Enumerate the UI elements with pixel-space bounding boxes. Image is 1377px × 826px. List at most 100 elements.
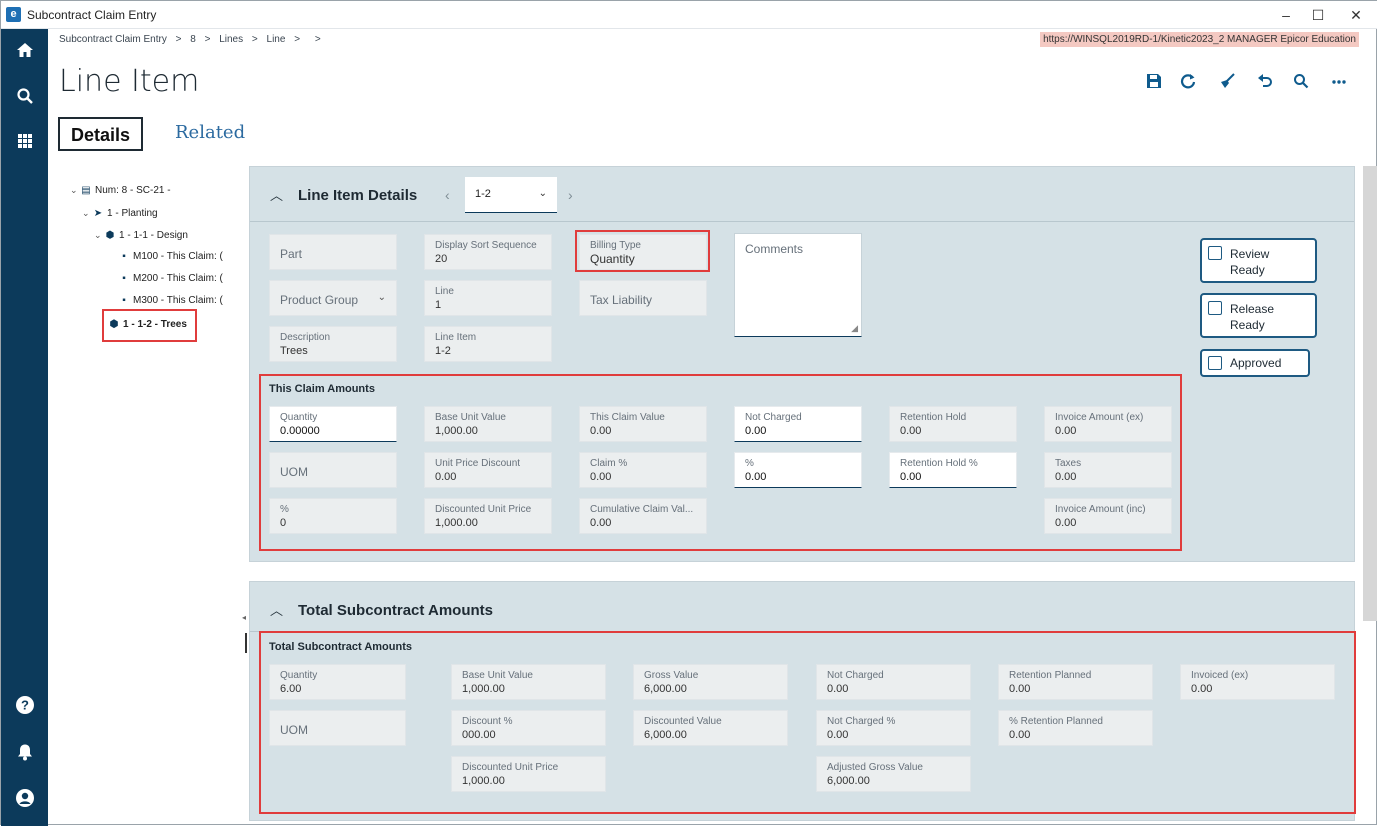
field-value: 0.00: [1009, 729, 1031, 741]
total-not-charged-field[interactable]: Not Charged 0.00: [816, 664, 971, 700]
display-sort-field[interactable]: Display Sort Sequence 20: [424, 234, 552, 270]
unit-price-discount-field[interactable]: Unit Price Discount 0.00: [424, 452, 552, 488]
panel-title: Total Subcontract Amounts: [298, 602, 493, 619]
undo-icon[interactable]: [1255, 73, 1275, 93]
minimize-button[interactable]: –: [1271, 4, 1301, 26]
uom-field[interactable]: UOM: [269, 452, 397, 488]
release-ready-checkbox[interactable]: Release Ready: [1200, 293, 1317, 338]
search-icon[interactable]: [13, 87, 37, 111]
field-value: 0.00: [1009, 683, 1031, 695]
invoiced-ex-field[interactable]: Invoiced (ex) 0.00: [1180, 664, 1335, 700]
breadcrumb-item[interactable]: Subcontract Claim Entry: [59, 34, 167, 45]
clear-broom-icon[interactable]: [1217, 73, 1237, 93]
left-nav-rail: ?: [1, 29, 48, 826]
description-field[interactable]: Description Trees: [269, 326, 397, 362]
discounted-value-field[interactable]: Discounted Value 6,000.00: [633, 710, 788, 746]
close-button[interactable]: ✕: [1341, 4, 1371, 26]
breadcrumb-item[interactable]: Lines: [219, 34, 243, 45]
user-icon[interactable]: [13, 788, 37, 812]
discount-percent-field[interactable]: % 0: [269, 498, 397, 534]
discounted-unit-price-field[interactable]: Discounted Unit Price 1,000.00: [424, 498, 552, 534]
save-icon[interactable]: [1144, 73, 1164, 93]
field-value: 1,000.00: [435, 517, 478, 529]
field-value: 0.00: [745, 425, 767, 437]
total-discounted-unit-price-field[interactable]: Discounted Unit Price 1,000.00: [451, 756, 606, 792]
tax-liability-field[interactable]: Tax Liability: [579, 280, 707, 316]
tree-node-design[interactable]: ⌄ ⬢ 1 - 1-1 - Design: [94, 228, 188, 242]
resize-grip-icon[interactable]: ◢: [851, 323, 858, 334]
tab-related[interactable]: Related: [175, 117, 245, 151]
field-label: Not Charged: [745, 412, 802, 423]
not-charged-input[interactable]: Not Charged 0.00: [734, 406, 862, 442]
previous-icon[interactable]: ‹: [445, 187, 450, 203]
comments-textarea[interactable]: Comments ◢: [734, 233, 862, 337]
tab-details[interactable]: Details: [58, 117, 143, 151]
more-options-icon[interactable]: [1329, 73, 1349, 93]
tree-node-planting[interactable]: ⌄ ➤ 1 - Planting: [82, 206, 158, 220]
cumulative-claim-value-field[interactable]: Cumulative Claim Val... 0.00: [579, 498, 707, 534]
line-item-field[interactable]: Line Item 1-2: [424, 326, 552, 362]
retention-hold-field[interactable]: Retention Hold 0.00: [889, 406, 1017, 442]
breadcrumb-separator: >: [314, 34, 321, 45]
line-field[interactable]: Line 1: [424, 280, 552, 316]
part-field[interactable]: Part: [269, 234, 397, 270]
vertical-scrollbar[interactable]: [1363, 166, 1377, 621]
not-charged-percent-input[interactable]: % 0.00: [734, 452, 862, 488]
this-claim-value-field[interactable]: This Claim Value 0.00: [579, 406, 707, 442]
search-icon[interactable]: [1291, 73, 1311, 93]
apps-grid-icon[interactable]: [13, 131, 37, 155]
total-uom-field[interactable]: UOM: [269, 710, 406, 746]
checkbox-icon: [1208, 356, 1222, 370]
retention-planned-field[interactable]: Retention Planned 0.00: [998, 664, 1153, 700]
chevron-up-icon[interactable]: ︿: [270, 600, 283, 619]
total-quantity-field[interactable]: Quantity 6.00: [269, 664, 406, 700]
refresh-icon[interactable]: [1178, 73, 1198, 93]
field-label: This Claim Value: [590, 412, 665, 423]
approved-checkbox[interactable]: Approved: [1200, 349, 1310, 377]
line-selector[interactable]: 1-2 ⌄: [465, 177, 557, 213]
app-logo-icon: e: [6, 7, 21, 22]
tree-node-m300[interactable]: ▪ M300 - This Claim: (: [118, 294, 223, 308]
splitter-handle[interactable]: [245, 633, 247, 653]
tree-node-m100[interactable]: ▪ M100 - This Claim: (: [118, 250, 223, 264]
field-label: Retention Planned: [1009, 670, 1092, 681]
taxes-field[interactable]: Taxes 0.00: [1044, 452, 1172, 488]
total-base-unit-value-field[interactable]: Base Unit Value 1,000.00: [451, 664, 606, 700]
product-group-select[interactable]: Product Group ⌄: [269, 280, 397, 316]
field-value: 1,000.00: [462, 775, 505, 787]
chevron-down-icon[interactable]: ⌄: [70, 183, 80, 197]
claim-percent-field[interactable]: Claim % 0.00: [579, 452, 707, 488]
chevron-down-icon[interactable]: ⌄: [94, 228, 104, 242]
field-value: 0.00: [590, 517, 612, 529]
tree-node-m200[interactable]: ▪ M200 - This Claim: (: [118, 272, 223, 286]
bell-icon[interactable]: [13, 743, 37, 767]
review-ready-checkbox[interactable]: Review Ready: [1200, 238, 1317, 283]
chevron-up-icon[interactable]: ︿: [270, 185, 283, 204]
billing-type-field[interactable]: Billing Type Quantity: [579, 234, 707, 270]
field-value: 0: [280, 517, 287, 529]
invoice-amount-ex-field[interactable]: Invoice Amount (ex) 0.00: [1044, 406, 1172, 442]
field-value: 6,000.00: [644, 683, 687, 695]
gross-value-field[interactable]: Gross Value 6,000.00: [633, 664, 788, 700]
tree-node-label: 1 - Planting: [107, 208, 158, 219]
quantity-input[interactable]: Quantity 0.00000: [269, 406, 397, 442]
home-icon[interactable]: [13, 41, 37, 65]
not-charged-percent-field[interactable]: Not Charged % 0.00: [816, 710, 971, 746]
tree-node-root[interactable]: ⌄ ▤ Num: 8 - SC-21 -: [70, 183, 171, 197]
chevron-down-icon[interactable]: ⌄: [82, 206, 92, 220]
breadcrumb-item[interactable]: 8: [190, 34, 196, 45]
collapse-arrow-icon[interactable]: ◂: [242, 613, 246, 622]
total-discount-percent-field[interactable]: Discount % 000.00: [451, 710, 606, 746]
field-label: Retention Hold %: [900, 458, 978, 469]
invoice-amount-inc-field[interactable]: Invoice Amount (inc) 0.00: [1044, 498, 1172, 534]
field-label: Adjusted Gross Value: [827, 762, 923, 773]
help-icon[interactable]: ?: [13, 695, 37, 719]
breadcrumb-item[interactable]: Line: [267, 34, 286, 45]
retention-hold-percent-input[interactable]: Retention Hold % 0.00: [889, 452, 1017, 488]
maximize-button[interactable]: ☐: [1303, 4, 1333, 26]
percent-retention-planned-field[interactable]: % Retention Planned 0.00: [998, 710, 1153, 746]
adjusted-gross-value-field[interactable]: Adjusted Gross Value 6,000.00: [816, 756, 971, 792]
base-unit-value-field[interactable]: Base Unit Value 1,000.00: [424, 406, 552, 442]
square-bullet-icon: ▪: [122, 251, 126, 262]
next-icon[interactable]: ›: [568, 187, 573, 203]
